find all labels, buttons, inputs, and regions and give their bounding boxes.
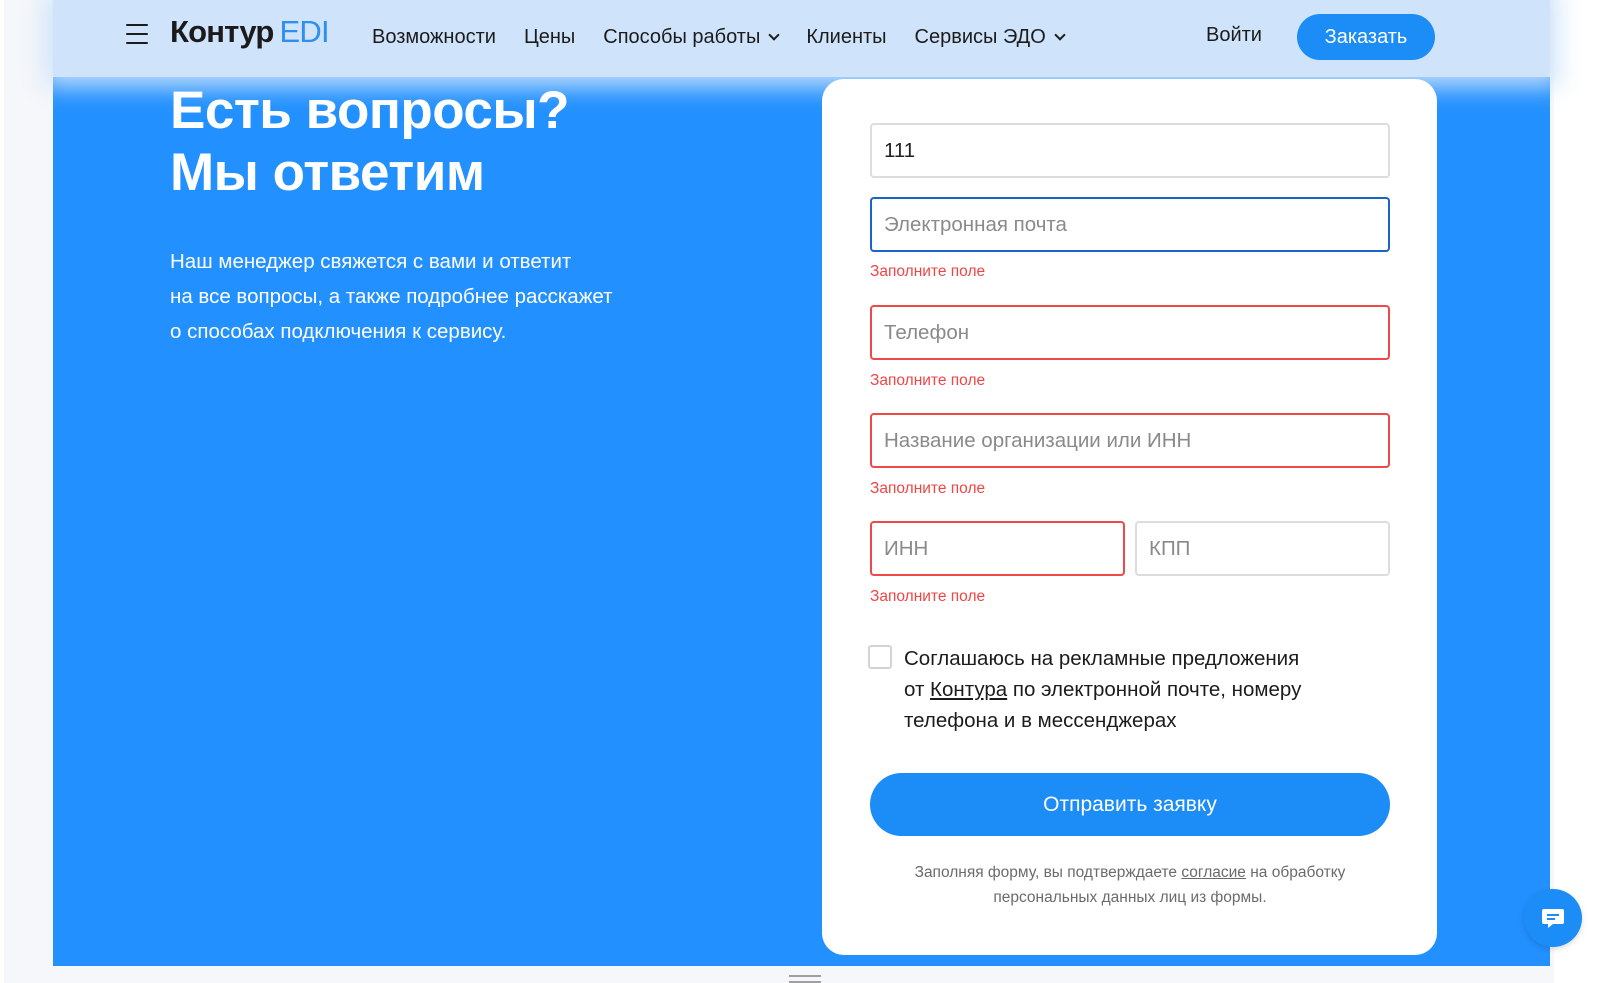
privacy-line: персональных данных лиц из формы. <box>993 889 1267 906</box>
chevron-down-icon <box>768 29 781 41</box>
nav-item-label: Клиенты <box>806 25 887 48</box>
nav-item-features[interactable]: Возможности <box>372 26 496 49</box>
page-edge-right <box>1554 0 1600 983</box>
consent-agreement-link[interactable]: согласие <box>1181 864 1246 881</box>
kpp-field[interactable] <box>1135 521 1390 576</box>
nav-item-label: Сервисы ЭДО <box>914 25 1046 48</box>
hero-description: Наш менеджер свяжется с вами и ответит н… <box>170 244 690 349</box>
email-error: Заполните поле <box>870 263 986 280</box>
chevron-down-icon <box>1054 29 1066 41</box>
inn-error: Заполните поле <box>870 588 986 605</box>
logo-main-text: Контур <box>170 14 274 49</box>
contact-form-card: Заполните поле Заполните поле Заполните … <box>822 79 1437 955</box>
consent-checkbox[interactable] <box>868 645 892 669</box>
consent-line: телефона и в мессенджерах <box>904 709 1177 732</box>
nav-item-clients[interactable]: Клиенты <box>806 26 886 49</box>
order-button[interactable]: Заказать <box>1297 14 1435 60</box>
email-field[interactable] <box>870 197 1390 252</box>
privacy-text-part: Заполняя форму, вы подтверждаете <box>914 864 1182 881</box>
nav-item-edo-services[interactable]: Сервисы ЭДО <box>914 25 1066 49</box>
page-edge-left <box>0 0 4 983</box>
submit-button[interactable]: Отправить заявку <box>870 773 1390 836</box>
inn-field[interactable] <box>870 521 1125 576</box>
description-line: на все вопросы, а также подробнее расска… <box>170 285 613 308</box>
title-line: Мы ответим <box>170 143 485 202</box>
consent-line: от Контура по электронной почте, номеру <box>904 674 1344 705</box>
consent-text-part: по электронной почте, номеру <box>1007 678 1302 701</box>
consent-line: Соглашаюсь на рекламные предложения <box>904 647 1300 670</box>
nav-item-prices[interactable]: Цены <box>524 26 575 49</box>
privacy-line: Заполняя форму, вы подтверждаете согласи… <box>870 860 1390 885</box>
drag-handle[interactable] <box>789 975 821 983</box>
chat-icon <box>1542 909 1564 928</box>
consent-label: Соглашаюсь на рекламные предложения от К… <box>904 643 1344 736</box>
title-line: Есть вопросы? <box>170 81 570 140</box>
chat-button[interactable] <box>1524 889 1582 947</box>
description-line: Наш менеджер свяжется с вами и ответит <box>170 250 572 273</box>
privacy-note: Заполняя форму, вы подтверждаете согласи… <box>870 860 1390 910</box>
privacy-text-part: на обработку <box>1245 864 1346 881</box>
description-line: о способах подключения к сервису. <box>170 320 507 343</box>
kontur-link[interactable]: Контура <box>930 678 1007 701</box>
site-logo[interactable]: Контур EDI <box>170 14 330 54</box>
page-title: Есть вопросы? Мы ответим <box>170 80 770 204</box>
consent-text-part: от <box>904 678 931 701</box>
organization-field[interactable] <box>870 413 1390 468</box>
login-link[interactable]: Войти <box>1206 24 1262 47</box>
main-nav: Возможности Цены Способы работы Клиенты … <box>372 24 1092 50</box>
logo-accent-text: EDI <box>279 14 330 49</box>
nav-item-label: Возможности <box>372 25 496 48</box>
nav-item-label: Способы работы <box>603 25 761 48</box>
phone-error: Заполните поле <box>870 372 986 389</box>
menu-icon[interactable] <box>126 24 148 44</box>
phone-field[interactable] <box>870 305 1390 360</box>
nav-item-work-methods[interactable]: Способы работы <box>603 25 781 49</box>
nav-item-label: Цены <box>523 25 576 48</box>
name-field[interactable] <box>870 123 1390 178</box>
organization-error: Заполните поле <box>870 480 986 497</box>
